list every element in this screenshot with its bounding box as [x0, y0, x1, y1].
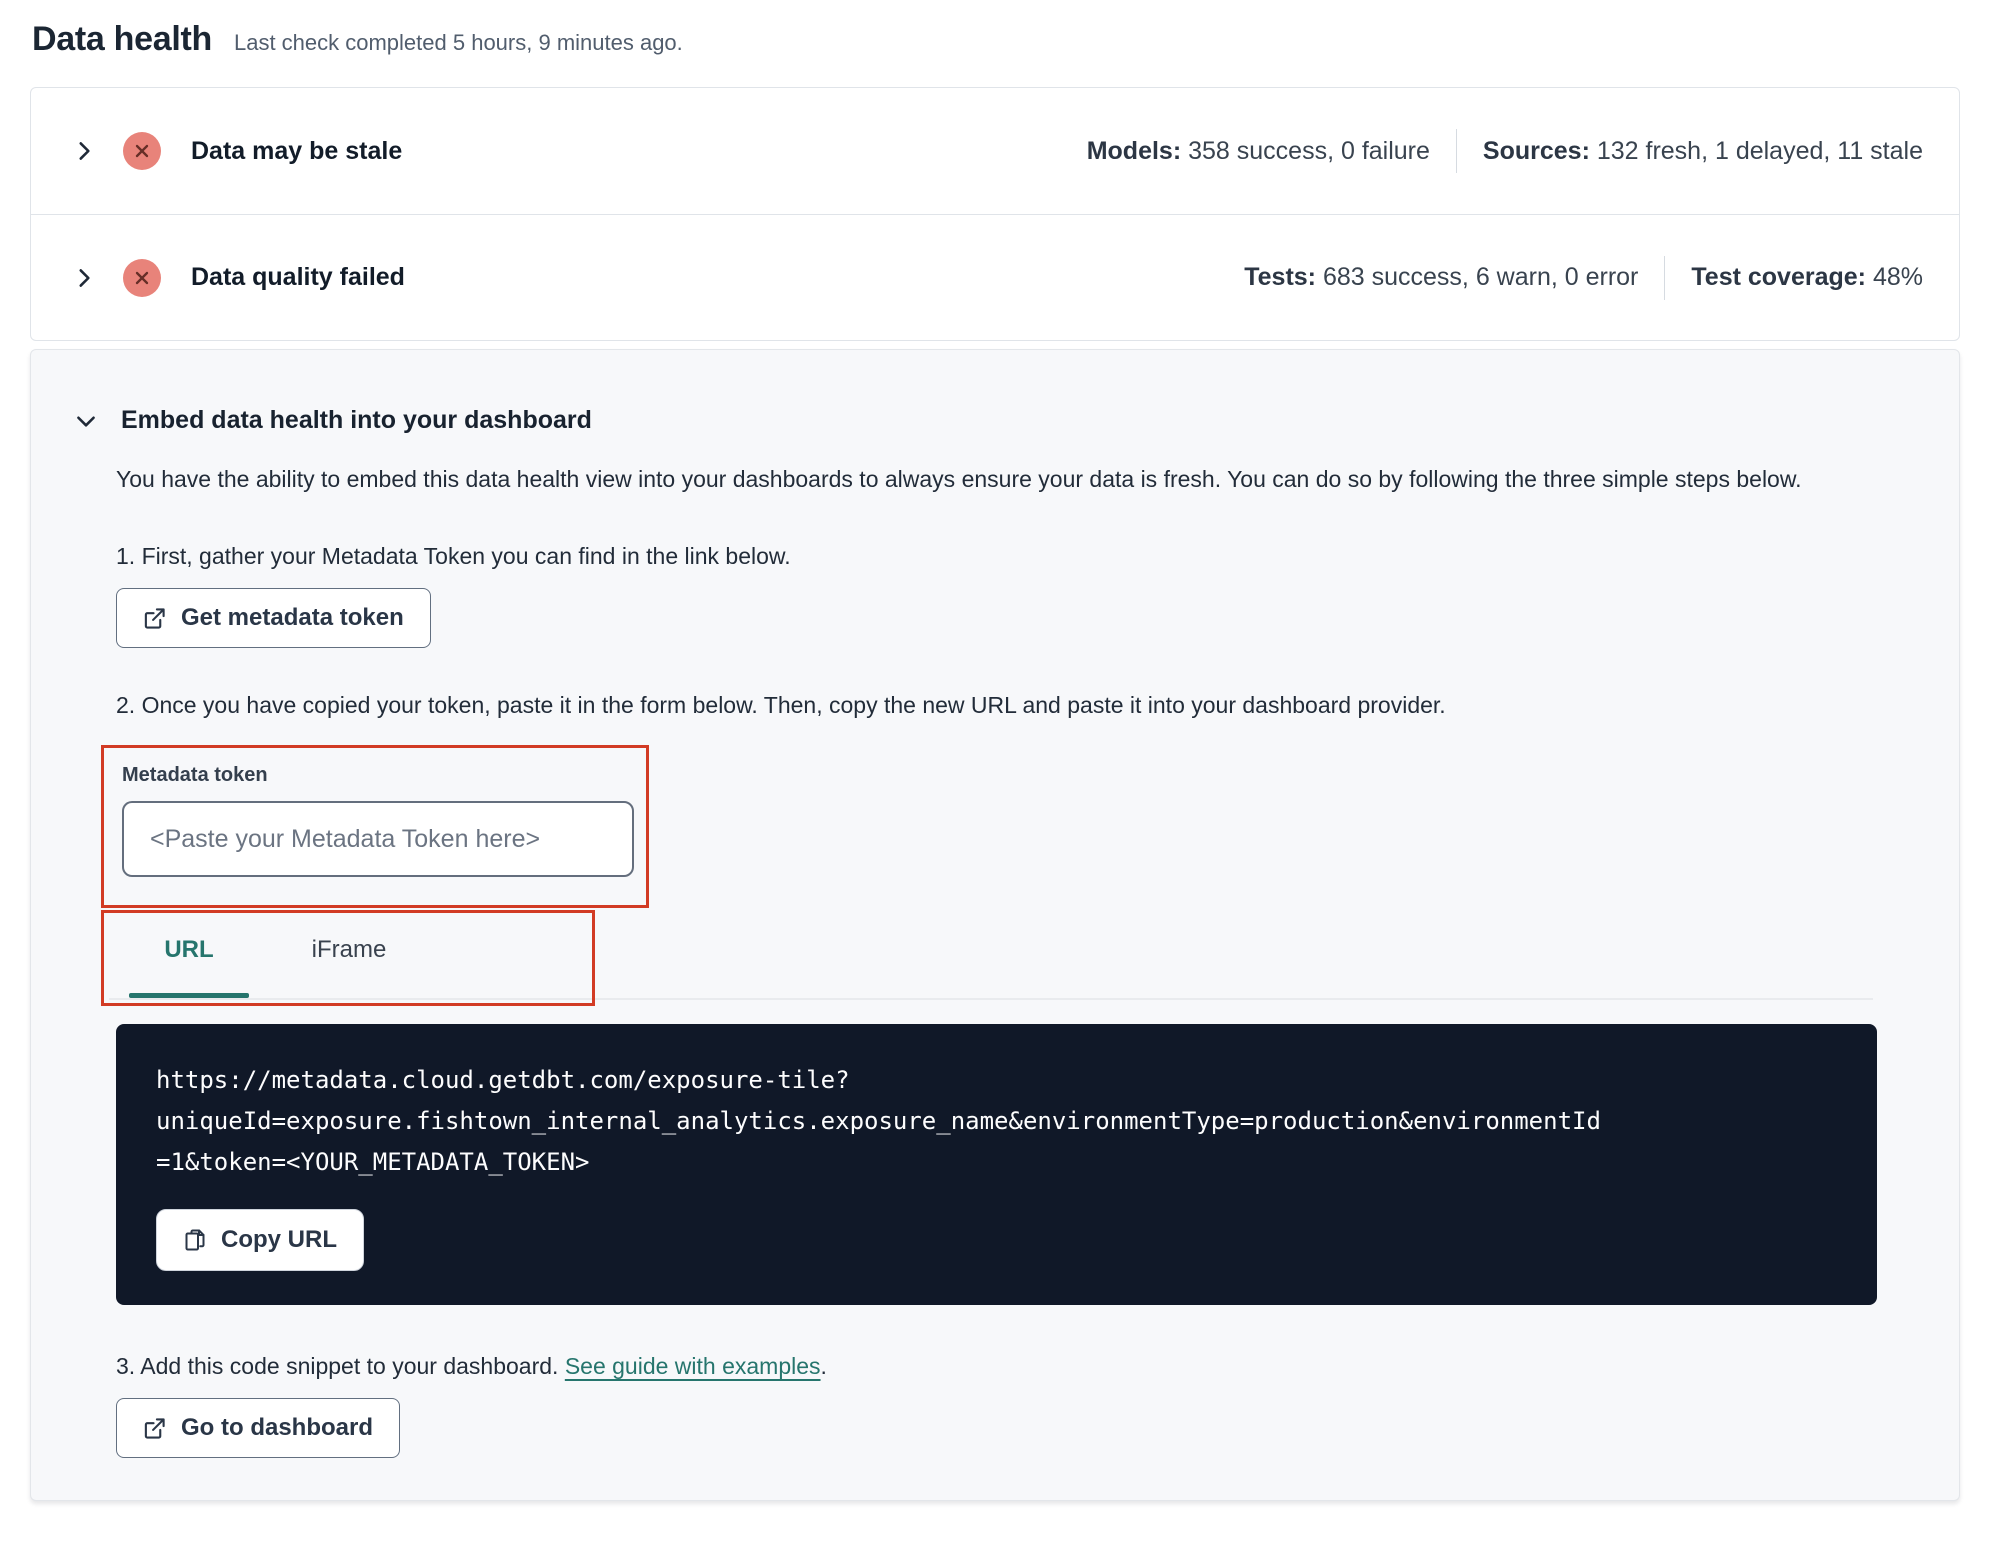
embed-url-text: https://metadata.cloud.getdbt.com/exposu…: [156, 1066, 1601, 1176]
guide-examples-link[interactable]: See guide with examples: [565, 1353, 821, 1379]
get-metadata-token-label: Get metadata token: [181, 604, 404, 631]
status-row-stats: Models: 358 success, 0 failure Sources: …: [1087, 129, 1923, 173]
page-title: Data health: [32, 20, 212, 58]
embed-panel: Embed data health into your dashboard Yo…: [30, 349, 1960, 1501]
embed-output-tabs-area: URL iFrame: [101, 910, 1873, 1008]
chevron-right-icon[interactable]: [71, 265, 97, 291]
error-status-icon: [123, 132, 161, 170]
annotation-box-token-field: Metadata token: [101, 745, 649, 908]
status-row-data-quality[interactable]: Data quality failed Tests: 683 success, …: [31, 214, 1959, 340]
step3-text: 3. Add this code snippet to your dashboa…: [116, 1353, 1917, 1380]
go-to-dashboard-button[interactable]: Go to dashboard: [116, 1398, 400, 1458]
models-stat: Models: 358 success, 0 failure: [1087, 137, 1430, 166]
metadata-token-input[interactable]: [122, 801, 634, 877]
models-stat-value: 358 success, 0 failure: [1188, 136, 1430, 165]
tests-stat-label: Tests:: [1244, 263, 1317, 291]
tests-stat-value: 683 success, 6 warn, 0 error: [1322, 263, 1639, 291]
status-card: Data may be stale Models: 358 success, 0…: [30, 87, 1960, 341]
step1-text: 1. First, gather your Metadata Token you…: [116, 543, 791, 569]
test-coverage-stat-label: Test coverage:: [1691, 263, 1866, 291]
copy-icon: [185, 1229, 205, 1251]
last-check-status: Last check completed 5 hours, 9 minutes …: [233, 30, 683, 55]
get-metadata-token-button[interactable]: Get metadata token: [116, 588, 431, 648]
copy-url-label: Copy URL: [221, 1226, 337, 1253]
sources-stat-label: Sources:: [1482, 136, 1590, 165]
stat-divider: [1455, 129, 1457, 173]
tabs-baseline-rule: [109, 998, 1873, 1000]
sources-stat-value: 132 fresh, 1 delayed, 11 stale: [1596, 136, 1923, 165]
status-row-label: Data may be stale: [191, 136, 403, 165]
chevron-down-icon[interactable]: [73, 408, 99, 434]
external-link-icon: [144, 607, 165, 629]
step2-text: 2. Once you have copied your token, past…: [116, 692, 1446, 718]
page-header: Data health Last check completed 5 hours…: [0, 0, 1990, 59]
step3-prefix: 3. Add this code snippet to your dashboa…: [116, 1353, 565, 1379]
models-stat-label: Models:: [1086, 136, 1182, 165]
external-link-icon: [144, 1417, 165, 1439]
chevron-right-icon[interactable]: [71, 138, 97, 164]
sources-stat: Sources: 132 fresh, 1 delayed, 11 stale: [1483, 137, 1923, 166]
embed-url-code-block: https://metadata.cloud.getdbt.com/exposu…: [116, 1024, 1877, 1305]
error-status-icon: [123, 258, 161, 297]
test-coverage-stat: Test coverage: 48%: [1691, 263, 1923, 292]
copy-url-button[interactable]: Copy URL: [156, 1209, 364, 1271]
metadata-token-label: Metadata token: [122, 764, 268, 786]
embed-description: You have the ability to embed this data …: [116, 466, 1802, 492]
go-to-dashboard-label: Go to dashboard: [181, 1414, 373, 1441]
tab-iframe[interactable]: iFrame: [269, 936, 429, 998]
tab-url[interactable]: URL: [109, 936, 269, 998]
tests-stat: Tests: 683 success, 6 warn, 0 error: [1244, 263, 1638, 292]
status-row-data-stale[interactable]: Data may be stale Models: 358 success, 0…: [31, 88, 1959, 214]
embed-section-title: Embed data health into your dashboard: [121, 406, 592, 434]
embed-output-tabs: URL iFrame: [109, 936, 429, 998]
test-coverage-stat-value: 48%: [1872, 263, 1923, 291]
status-row-label: Data quality failed: [191, 263, 405, 291]
status-row-stats: Tests: 683 success, 6 warn, 0 error Test…: [1244, 255, 1923, 300]
stat-divider: [1664, 255, 1666, 300]
step3-suffix: .: [820, 1353, 827, 1379]
embed-section-toggle[interactable]: Embed data health into your dashboard: [73, 406, 1917, 435]
